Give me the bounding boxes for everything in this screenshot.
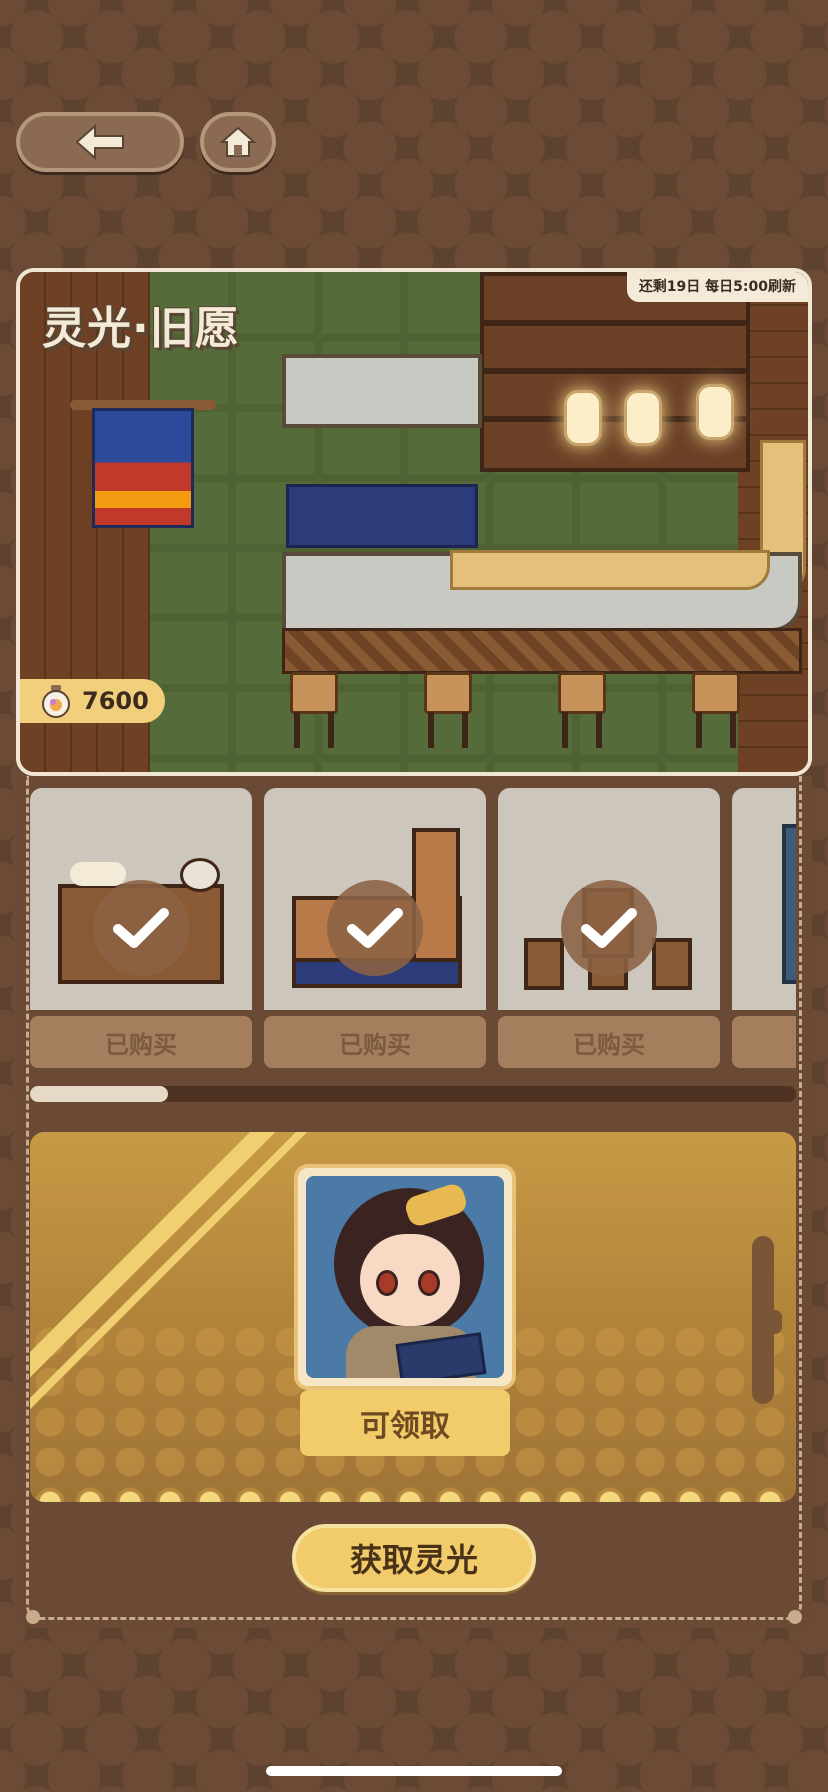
item-status: 已购买: [30, 1016, 252, 1068]
back-counter: [282, 354, 482, 428]
item-image: [498, 788, 720, 1010]
home-indicator[interactable]: [266, 1766, 562, 1776]
sparkle-decoration: [30, 1462, 796, 1502]
lantern-icon: [696, 384, 734, 440]
stool-image: [524, 938, 564, 990]
item-status: 已购买: [264, 1016, 486, 1068]
claim-reward-button[interactable]: 可领取: [300, 1390, 510, 1456]
back-button[interactable]: [16, 112, 184, 172]
scene-title: 灵光·旧愿: [42, 303, 240, 354]
carousel-scrollbar[interactable]: [30, 1086, 796, 1102]
home-button[interactable]: [200, 112, 276, 172]
arrow-left-icon: [75, 124, 124, 160]
hanging-kimono: [70, 400, 216, 532]
item-card-partial[interactable]: [732, 788, 796, 1068]
bar-stool: [558, 672, 606, 748]
item-status: 已购买: [498, 1016, 720, 1068]
item-card[interactable]: 已购买: [264, 788, 486, 1068]
bar-stool: [692, 672, 740, 748]
check-icon: [561, 880, 657, 976]
carousel-scroll-thumb[interactable]: [30, 1086, 168, 1102]
lantern-icon: [564, 390, 602, 446]
item-image: [30, 788, 252, 1010]
item-image: [732, 788, 796, 1010]
currency-display: 7600: [20, 679, 165, 723]
bar-stool: [424, 672, 472, 748]
item-card[interactable]: 已购买: [30, 788, 252, 1068]
lantern-icon: [624, 390, 662, 446]
reward-banner: 可领取: [30, 1132, 796, 1502]
item-card[interactable]: 已购买: [498, 788, 720, 1068]
kitchen-shelf: [480, 272, 750, 472]
shop-scene-preview: 灵光·旧愿 还剩19日 每日5:00刷新 7600: [16, 268, 812, 776]
get-light-button[interactable]: 获取灵光: [292, 1524, 536, 1592]
check-icon: [327, 880, 423, 976]
character-portrait[interactable]: [294, 1164, 516, 1390]
refresh-notice: 还剩19日 每日5:00刷新: [626, 272, 808, 302]
lightbulb-jar-icon: [42, 685, 70, 718]
item-carousel[interactable]: 已购买 已购买 已购买: [30, 788, 796, 1068]
check-icon: [93, 880, 189, 976]
currency-value: 7600: [82, 687, 149, 715]
home-icon: [219, 126, 257, 157]
blue-rug: [286, 484, 478, 548]
character-avatar: [306, 1176, 504, 1378]
bar-stool: [290, 672, 338, 748]
item-image: [264, 788, 486, 1010]
